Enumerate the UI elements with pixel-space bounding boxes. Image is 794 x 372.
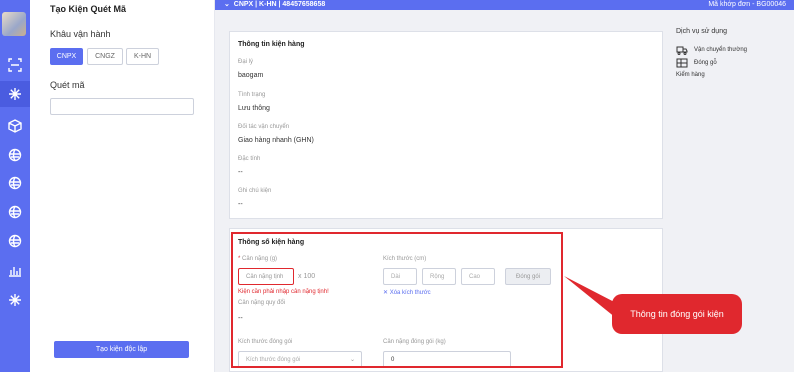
field-label: Ghi chú kiện: [238, 188, 272, 194]
services-panel: Dịch vụ sử dụng Vận chuyển thường Đóng g…: [676, 28, 786, 78]
scan-sidebar: Tạo Kiện Quét Mã Khâu vận hành CNPX CNGZ…: [30, 0, 215, 372]
field-value: baogam: [238, 72, 264, 79]
field-value: Giao hàng nhanh (GHN): [238, 137, 314, 144]
header-bar: ⌄ CNPX | K-HN | 48457658658 Mã khớp đơn …: [215, 0, 794, 10]
segment-khn[interactable]: K-HN: [126, 48, 159, 65]
segment-cnpx[interactable]: CNPX: [50, 48, 83, 65]
globe-icon[interactable]: [7, 233, 23, 249]
truck-icon: [676, 46, 688, 55]
info-heading: Thông tin kiện hàng: [238, 41, 305, 48]
package-info-card: [229, 31, 663, 219]
nav-rail: [0, 0, 30, 372]
globe-icon[interactable]: [7, 204, 23, 220]
scan-label: Quét mã: [50, 80, 85, 90]
globe-icon[interactable]: [7, 147, 23, 163]
service-label: Vận chuyển thường: [694, 46, 747, 53]
snowflake-icon[interactable]: [7, 292, 23, 308]
chevron-down-icon[interactable]: ⌄: [224, 1, 230, 8]
services-title: Dịch vụ sử dụng: [676, 28, 727, 35]
field-label: Đặc tính: [238, 156, 261, 162]
highlight-frame: [231, 232, 563, 368]
field-value: Lưu thông: [238, 105, 270, 112]
header-title[interactable]: ⌄ CNPX | K-HN | 48457658658: [224, 0, 325, 9]
khau-van-hanh-label: Khâu vận hành: [50, 29, 111, 39]
field-value: --: [238, 201, 243, 208]
create-package-button[interactable]: Tạo kiện độc lập: [54, 341, 189, 358]
scan-input[interactable]: [50, 98, 194, 115]
kiem-hang-label: Kiểm hàng: [676, 72, 705, 78]
field-label: Đối tác vận chuyển: [238, 124, 290, 130]
segment-cngz[interactable]: CNGZ: [87, 48, 123, 65]
scan-icon[interactable]: [7, 57, 23, 73]
sidebar-title: Tạo Kiện Quét Mã: [50, 4, 127, 14]
match-code: Mã khớp đơn - BG00046: [708, 1, 786, 8]
field-label: Tình trạng: [238, 92, 266, 98]
avatar[interactable]: [2, 12, 26, 36]
box-icon[interactable]: [7, 118, 23, 134]
service-label: Đóng gỗ: [694, 59, 717, 66]
crate-icon: [676, 58, 688, 67]
field-value: --: [238, 169, 243, 176]
snowflake-icon[interactable]: [0, 81, 30, 107]
callout-bubble: Thông tin đóng gói kiện: [612, 294, 742, 334]
bar-chart-icon[interactable]: [7, 262, 23, 278]
service-item: Đóng gỗ: [676, 56, 786, 69]
service-item: Vận chuyển thường: [676, 43, 786, 56]
field-label: Đại lý: [238, 59, 254, 65]
header-code: CNPX | K-HN | 48457658658: [233, 1, 326, 8]
globe-icon[interactable]: [7, 175, 23, 191]
